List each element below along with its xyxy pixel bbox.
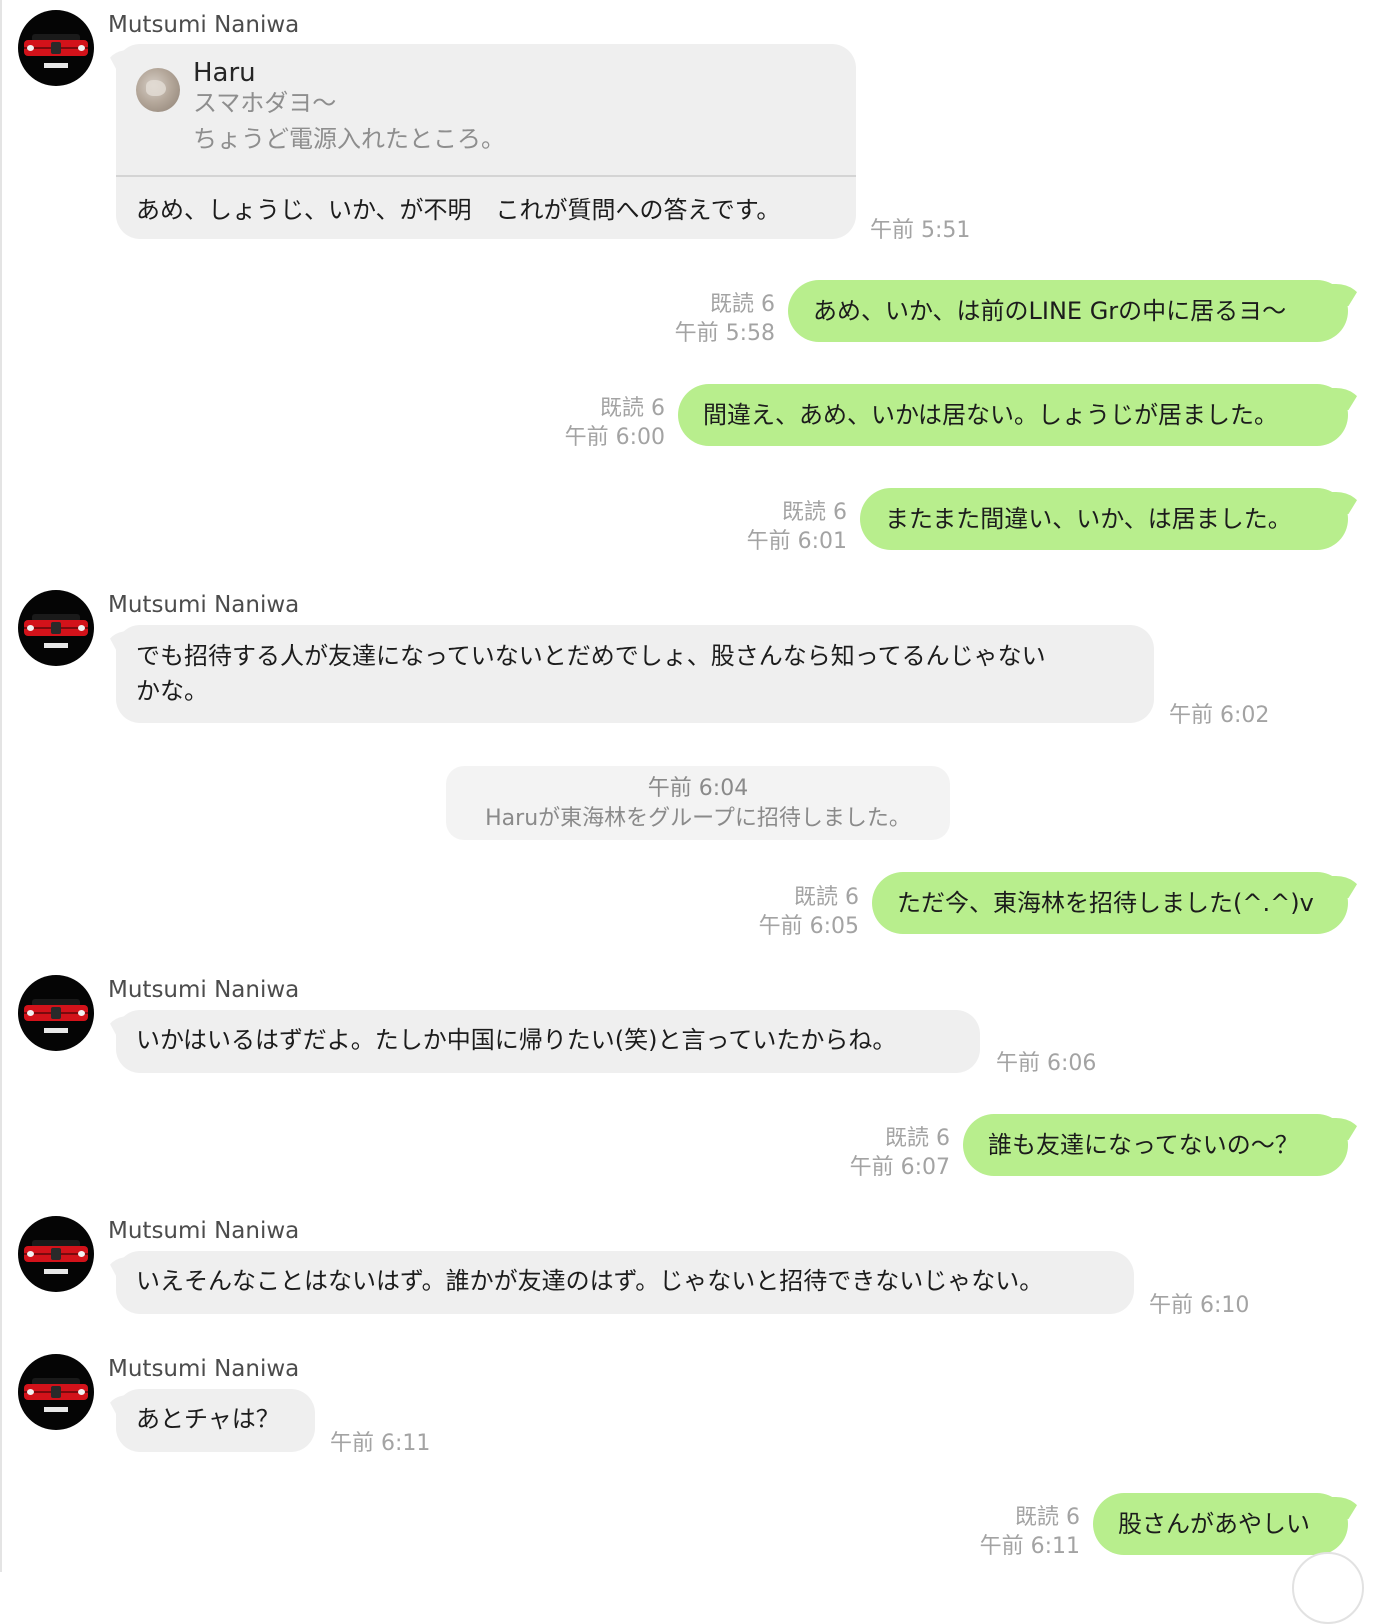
avatar[interactable] <box>18 1216 94 1292</box>
message-text: ただ今、東海林を招待しました(^.^)v <box>897 889 1314 917</box>
scroll-to-bottom-button[interactable] <box>1292 1552 1364 1624</box>
sender-name: Mutsumi Naniwa <box>108 592 300 618</box>
message-time: 午前 6:06 <box>996 1051 1097 1076</box>
message-text: あとチャは？ <box>136 1405 280 1433</box>
message-bubble[interactable]: いかはいるはずだよ。たしか中国に帰りたい(笑)と言っていたからね。 <box>116 1010 980 1073</box>
message-bubble[interactable]: Haru スマホダヨ〜 ちょうど電源入れたところ。 あめ、しょうじ、いか、が不明… <box>116 44 856 239</box>
sender-name: Mutsumi Naniwa <box>108 977 300 1003</box>
message-text: あめ、しょうじ、いか、が不明 これが質問への答えです。 <box>136 196 781 224</box>
sender-name: Mutsumi Naniwa <box>108 12 300 38</box>
read-count: 既読 6 <box>1015 1505 1080 1530</box>
message-meta: 既読 6 午前 6:01 <box>747 498 847 556</box>
message-time: 午前 6:11 <box>330 1431 431 1456</box>
chat-view: Mutsumi Naniwa Haru スマホダヨ〜 ちょうど電源入れたところ。… <box>0 0 1386 1624</box>
reply-quote[interactable]: Haru スマホダヨ〜 ちょうど電源入れたところ。 <box>116 44 856 177</box>
message-bubble[interactable]: あめ、いか、は前のLINE Grの中に居るヨ〜 <box>788 280 1348 342</box>
message-time: 午前 6:05 <box>758 914 859 939</box>
message-text: いえそんなことはないはず。誰かが友達のはず。じゃないと招待できないじゃない。 <box>136 1267 1044 1295</box>
avatar[interactable] <box>18 10 94 86</box>
message-bubble[interactable]: あとチャは？ <box>116 1389 315 1452</box>
message-text: かな。 <box>136 677 208 705</box>
message-bubble[interactable]: またまた間違い、いか、は居ました。 <box>860 488 1348 550</box>
message-time: 午前 5:58 <box>674 321 775 346</box>
left-border <box>0 0 2 1572</box>
avatar[interactable] <box>18 1354 94 1430</box>
read-count: 既読 6 <box>782 500 847 525</box>
message-meta: 既読 6 午前 5:58 <box>675 290 775 348</box>
message-time: 午前 6:11 <box>979 1534 1080 1559</box>
avatar[interactable] <box>18 975 94 1051</box>
reply-avatar <box>136 68 180 112</box>
message-text: あめ、いか、は前のLINE Grの中に居るヨ〜 <box>813 297 1287 325</box>
message-bubble[interactable]: 股さんがあやしい <box>1093 1493 1348 1555</box>
message-time: 午前 6:00 <box>564 425 665 450</box>
read-count: 既読 6 <box>885 1126 950 1151</box>
read-count: 既読 6 <box>710 292 775 317</box>
message-time: 午前 6:10 <box>1149 1293 1250 1318</box>
read-count: 既読 6 <box>794 885 859 910</box>
message-meta: 既読 6 午前 6:07 <box>850 1124 950 1182</box>
message-text: 股さんがあやしい <box>1118 1510 1310 1538</box>
message-text: 誰も友達になってないの〜？ <box>988 1131 1299 1159</box>
reply-sender-name: Haru <box>193 58 256 88</box>
message-meta: 既読 6 午前 6:11 <box>980 1503 1080 1561</box>
reply-text: ちょうど電源入れたところ。 <box>193 125 505 153</box>
reply-text: スマホダヨ〜 <box>193 89 337 117</box>
message-text: いかはいるはずだよ。たしか中国に帰りたい(笑)と言っていたからね。 <box>136 1026 897 1054</box>
message-bubble[interactable]: 間違え、あめ、いかは居ない。しょうじが居ました。 <box>678 384 1348 446</box>
read-count: 既読 6 <box>600 396 665 421</box>
message-meta: 既読 6 午前 6:05 <box>759 883 859 941</box>
message-time: 午前 6:01 <box>746 529 847 554</box>
message-bubble[interactable]: でも招待する人が友達になっていないとだめでしょ、股さんなら知ってるんじゃない か… <box>116 625 1154 723</box>
sender-name: Mutsumi Naniwa <box>108 1356 300 1382</box>
system-notice: 午前 6:04 Haruが東海林をグループに招待しました。 <box>446 766 950 840</box>
message-bubble[interactable]: いえそんなことはないはず。誰かが友達のはず。じゃないと招待できないじゃない。 <box>116 1251 1134 1314</box>
message-time: 午前 6:02 <box>1169 703 1270 728</box>
message-text: でも招待する人が友達になっていないとだめでしょ、股さんなら知ってるんじゃない <box>136 642 1046 670</box>
sender-name: Mutsumi Naniwa <box>108 1218 300 1244</box>
message-time: 午前 6:07 <box>849 1155 950 1180</box>
message-meta: 既読 6 午前 6:00 <box>565 394 665 452</box>
system-text: Haruが東海林をグループに招待しました。 <box>485 806 911 831</box>
message-bubble[interactable]: ただ今、東海林を招待しました(^.^)v <box>872 872 1348 934</box>
message-text: 間違え、あめ、いかは居ない。しょうじが居ました。 <box>703 401 1279 429</box>
message-bubble[interactable]: 誰も友達になってないの〜？ <box>963 1114 1348 1176</box>
system-time: 午前 6:04 <box>647 776 749 801</box>
avatar[interactable] <box>18 590 94 666</box>
message-time: 午前 5:51 <box>870 218 971 243</box>
message-text: またまた間違い、いか、は居ました。 <box>885 505 1292 533</box>
